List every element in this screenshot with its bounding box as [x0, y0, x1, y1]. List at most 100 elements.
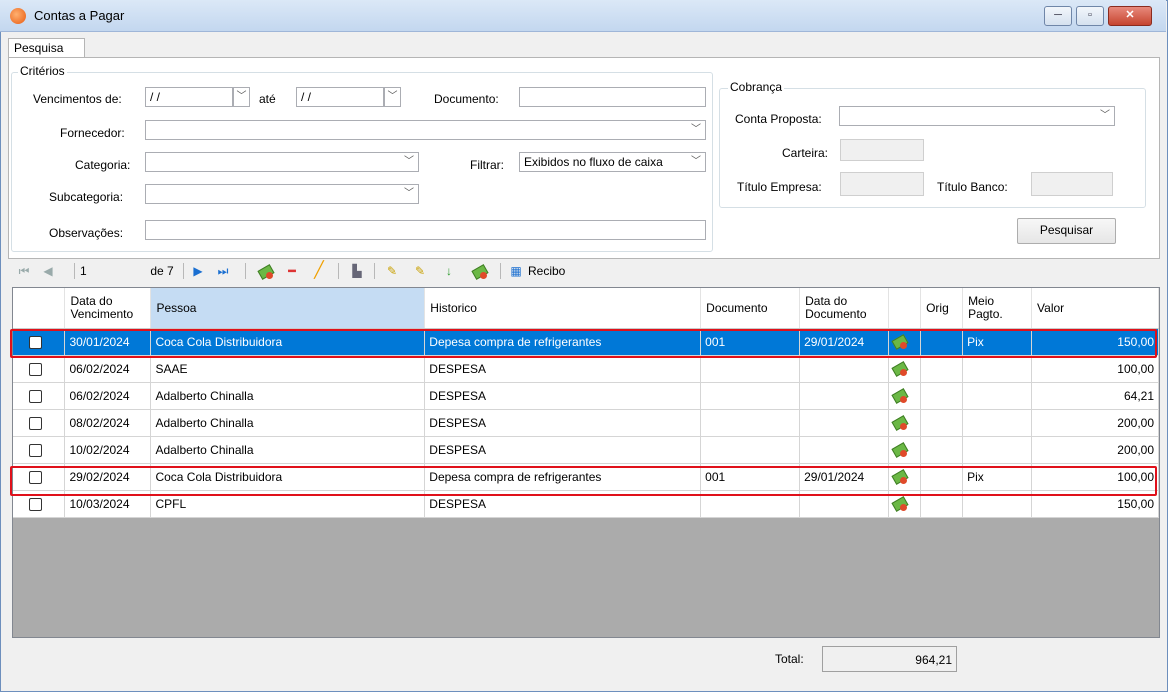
total-value: 964,21: [822, 646, 957, 672]
cell-orig[interactable]: [920, 355, 964, 383]
unpay-icon[interactable]: ✎: [410, 262, 430, 280]
cell-vencimento[interactable]: 06/02/2024: [64, 382, 152, 410]
subcategoria-select[interactable]: ﹀: [145, 184, 419, 204]
row-checkbox[interactable]: [29, 444, 42, 458]
cell-icon[interactable]: [888, 409, 922, 437]
cell-pessoa[interactable]: SAAE: [150, 355, 426, 383]
col-header-icon[interactable]: [888, 288, 922, 329]
cell-data-documento[interactable]: [799, 409, 890, 437]
cell-vencimento[interactable]: 08/02/2024: [64, 409, 152, 437]
cell-meio-pagto[interactable]: [962, 409, 1033, 437]
table-header: Data do Vencimento Pessoa Historico Docu…: [13, 288, 1159, 329]
col-header-data-vencimento[interactable]: Data do Vencimento: [64, 288, 152, 329]
observacoes-input[interactable]: [145, 220, 706, 240]
tab-pesquisa[interactable]: Pesquisa: [8, 38, 85, 58]
cell-meio-pagto[interactable]: [962, 436, 1033, 464]
cell-documento[interactable]: [700, 436, 801, 464]
cell-historico[interactable]: DESPESA: [424, 409, 702, 437]
cell-valor[interactable]: 200,00: [1031, 436, 1159, 464]
add-payment-icon[interactable]: [256, 262, 276, 280]
payment-status-icon: [893, 416, 908, 431]
next-page-icon[interactable]: ▶: [191, 262, 205, 280]
edit-icon[interactable]: ╱: [310, 262, 328, 280]
fornecedor-select[interactable]: ﹀: [145, 120, 706, 140]
cell-icon[interactable]: [888, 382, 922, 410]
cell-historico[interactable]: DESPESA: [424, 355, 702, 383]
cell-data-documento[interactable]: [799, 436, 890, 464]
cell-valor[interactable]: 64,21: [1031, 382, 1159, 410]
delete-icon[interactable]: ━: [284, 262, 300, 280]
cell-orig[interactable]: [920, 382, 964, 410]
cell-documento[interactable]: [700, 409, 801, 437]
print-icon[interactable]: ▙: [348, 262, 366, 280]
conta-proposta-label: Conta Proposta:: [735, 112, 822, 126]
cell-data-documento[interactable]: [799, 355, 890, 383]
checkbox[interactable]: [13, 409, 66, 437]
documento-label: Documento:: [434, 92, 499, 106]
filtrar-select[interactable]: Exibidos no fluxo de caixa ﹀: [519, 152, 706, 172]
conta-proposta-select[interactable]: ﹀: [839, 106, 1115, 126]
cell-pessoa[interactable]: Adalberto Chinalla: [150, 436, 426, 464]
separator: [338, 263, 339, 279]
cell-valor[interactable]: 200,00: [1031, 409, 1159, 437]
col-header-valor[interactable]: Valor: [1031, 288, 1159, 329]
venc-de-dropdown[interactable]: ﹀: [233, 87, 250, 107]
recibo-icon[interactable]: ▦: [508, 262, 524, 280]
cell-orig[interactable]: [920, 409, 964, 437]
previous-page-icon[interactable]: ◀: [40, 262, 56, 280]
installments-icon[interactable]: [470, 262, 490, 280]
cell-historico[interactable]: DESPESA: [424, 382, 702, 410]
cell-historico[interactable]: DESPESA: [424, 436, 702, 464]
col-header-select[interactable]: [13, 288, 66, 329]
documento-input[interactable]: [519, 87, 706, 107]
col-header-pessoa[interactable]: Pessoa: [150, 288, 426, 329]
venc-ate-dropdown[interactable]: ﹀: [384, 87, 401, 107]
cell-pessoa[interactable]: Adalberto Chinalla: [150, 382, 426, 410]
col-header-documento[interactable]: Documento: [700, 288, 801, 329]
categoria-select[interactable]: ﹀: [145, 152, 419, 172]
table-row[interactable]: 10/02/2024 Adalberto Chinalla DESPESA 200,0…: [13, 436, 1159, 464]
cell-meio-pagto[interactable]: [962, 355, 1033, 383]
checkbox[interactable]: [13, 436, 66, 464]
venc-de-input[interactable]: / /: [145, 87, 233, 107]
maximize-button[interactable]: ▫: [1076, 6, 1104, 26]
pay-icon[interactable]: ✎: [382, 262, 402, 280]
payment-status-icon: [893, 443, 908, 458]
cell-data-documento[interactable]: [799, 382, 890, 410]
row-checkbox[interactable]: [29, 363, 42, 377]
checkbox[interactable]: [13, 382, 66, 410]
cell-pessoa[interactable]: Adalberto Chinalla: [150, 409, 426, 437]
app-icon: [10, 8, 26, 24]
pesquisar-button[interactable]: Pesquisar: [1017, 218, 1116, 244]
recibo-button[interactable]: Recibo: [528, 262, 568, 280]
download-icon[interactable]: ↓: [442, 262, 456, 280]
table-row[interactable]: 06/02/2024 SAAE DESPESA 100,00: [13, 355, 1159, 383]
row-checkbox[interactable]: [29, 417, 42, 431]
cell-meio-pagto[interactable]: [962, 382, 1033, 410]
cell-icon[interactable]: [888, 436, 922, 464]
minimize-button[interactable]: ─: [1044, 6, 1072, 26]
col-header-data-documento[interactable]: Data do Documento: [799, 288, 890, 329]
row-checkbox[interactable]: [29, 390, 42, 404]
venc-ate-input[interactable]: / /: [296, 87, 384, 107]
page-number-input[interactable]: 1: [80, 262, 130, 280]
col-header-orig[interactable]: Orig: [920, 288, 964, 329]
cell-vencimento[interactable]: 10/02/2024: [64, 436, 152, 464]
col-header-meio-pagto[interactable]: Meio Pagto.: [962, 288, 1033, 329]
title-bar[interactable]: [0, 0, 1166, 32]
cell-documento[interactable]: [700, 355, 801, 383]
table-row[interactable]: 08/02/2024 Adalberto Chinalla DESPESA 200,0…: [13, 409, 1159, 437]
cell-valor[interactable]: 100,00: [1031, 355, 1159, 383]
separator: [374, 263, 375, 279]
checkbox[interactable]: [13, 355, 66, 383]
first-page-icon[interactable]: ⏮: [16, 262, 32, 280]
table-row[interactable]: 06/02/2024 Adalberto Chinalla DESPESA 64,21: [13, 382, 1159, 410]
row-checkbox[interactable]: [29, 498, 42, 512]
cell-orig[interactable]: [920, 436, 964, 464]
last-page-icon[interactable]: ⏭: [215, 262, 231, 280]
cell-icon[interactable]: [888, 355, 922, 383]
cell-vencimento[interactable]: 06/02/2024: [64, 355, 152, 383]
col-header-historico[interactable]: Historico: [424, 288, 702, 329]
close-button[interactable]: ✕: [1108, 6, 1152, 26]
cell-documento[interactable]: [700, 382, 801, 410]
